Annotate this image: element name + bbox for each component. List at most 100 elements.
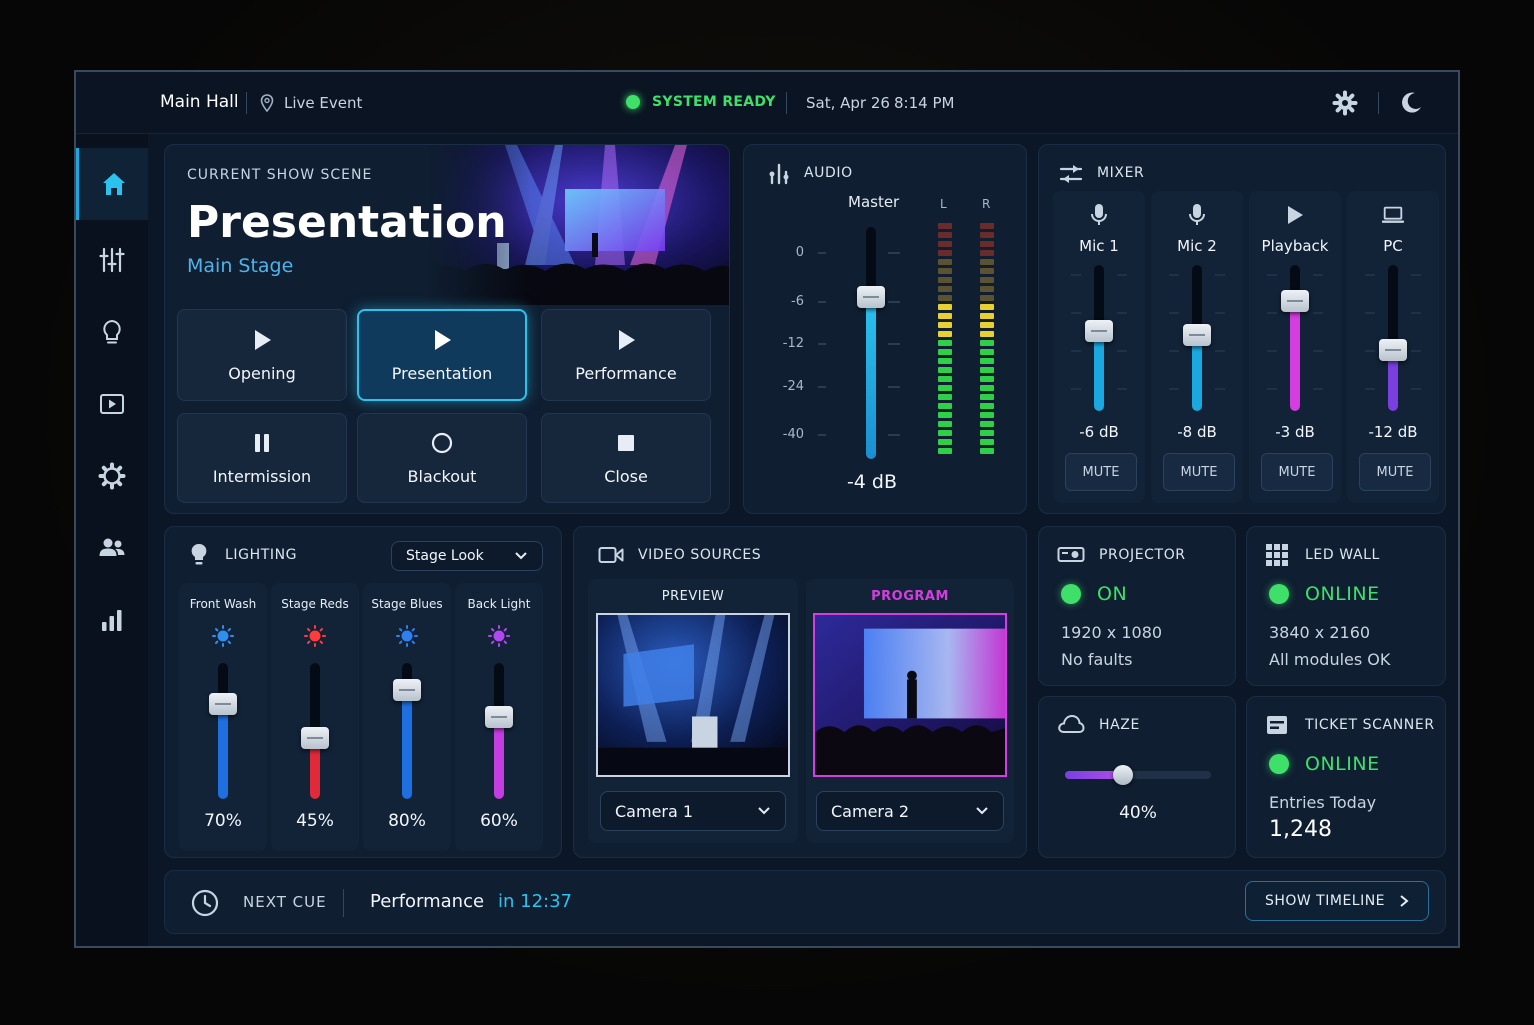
projector-title: PROJECTOR <box>1099 547 1186 563</box>
lighting-fader-knob[interactable] <box>209 693 237 715</box>
preview-feed[interactable] <box>596 613 790 777</box>
lighting-channel-value: 70% <box>204 811 242 831</box>
meter-segment <box>980 232 994 238</box>
next-cue-label: NEXT CUE <box>243 893 327 911</box>
sidebar-item-mixer[interactable] <box>76 224 148 296</box>
ledwall-status: ONLINE <box>1305 583 1380 605</box>
video-panel: VIDEO SOURCES PREVIEW Camera 1 PROGRAM C… <box>573 526 1027 858</box>
projector-status: ON <box>1097 583 1128 605</box>
meter-segment <box>938 250 952 256</box>
lighting-fader-fill <box>402 690 412 799</box>
lighting-title: LIGHTING <box>225 547 298 563</box>
scene-button-blackout[interactable]: Blackout <box>357 413 527 503</box>
master-fader-knob[interactable] <box>857 286 885 308</box>
meter-segment <box>980 304 994 310</box>
scene-button-presentation[interactable]: Presentation <box>357 309 527 401</box>
scene-button-performance[interactable]: Performance <box>541 309 711 401</box>
chevron-down-icon <box>976 807 988 815</box>
mixer-channel-name: Mic 1 <box>1079 237 1119 255</box>
next-cue-countdown: in 12:37 <box>498 891 573 912</box>
mute-button[interactable]: MUTE <box>1261 453 1333 491</box>
mixer-channel-name: Playback <box>1261 237 1329 255</box>
mixer-fader-knob[interactable] <box>1379 339 1407 361</box>
mic-icon <box>1185 203 1209 227</box>
meter-segment <box>938 394 952 400</box>
mixer-fader-knob[interactable] <box>1183 324 1211 346</box>
divider <box>1378 92 1379 114</box>
preview-source-value: Camera 1 <box>615 801 694 821</box>
next-cue-bar: NEXT CUE Performance in 12:37 SHOW TIMEL… <box>164 870 1446 934</box>
meter-segment <box>980 376 994 382</box>
scale-tick: -40 <box>782 427 804 442</box>
preview-source-select[interactable]: Camera 1 <box>600 791 786 831</box>
venue-title: Main Hall <box>160 92 239 112</box>
meter-segment <box>938 358 952 364</box>
lighting-fader-knob[interactable] <box>485 706 513 728</box>
ticket-panel: TICKET SCANNER ONLINE Entries Today 1,24… <box>1246 696 1446 858</box>
sidebar-item-home[interactable] <box>76 148 148 220</box>
haze-value: 40% <box>1119 803 1157 823</box>
ledwall-title: LED WALL <box>1305 547 1380 563</box>
sidebar-item-users[interactable] <box>76 512 148 584</box>
lighting-preset-select[interactable]: Stage Look <box>391 541 543 571</box>
mixer-channel-value: -8 dB <box>1177 423 1217 441</box>
projector-faults: No faults <box>1061 650 1133 669</box>
mute-button[interactable]: MUTE <box>1163 453 1235 491</box>
master-scale-ticks <box>818 252 900 436</box>
mixer-fader-knob[interactable] <box>1281 290 1309 312</box>
ledwall-modules: All modules OK <box>1269 650 1391 669</box>
mute-button[interactable]: MUTE <box>1359 453 1431 491</box>
show-timeline-button[interactable]: SHOW TIMELINE <box>1245 881 1429 921</box>
mute-button[interactable]: MUTE <box>1065 453 1137 491</box>
haze-slider-knob[interactable] <box>1113 765 1133 785</box>
meter-segment <box>938 277 952 283</box>
audio-title: AUDIO <box>804 165 853 181</box>
mixer-fader-knob[interactable] <box>1085 320 1113 342</box>
mute-label: MUTE <box>1278 464 1316 480</box>
program-feed[interactable] <box>813 613 1007 777</box>
lighting-channel-name: Stage Reds <box>281 597 349 611</box>
video-camera-icon <box>598 547 624 563</box>
meter-segment <box>980 367 994 373</box>
meter-right-label: R <box>982 197 991 211</box>
lighting-channel: Stage Blues 80% <box>363 583 451 851</box>
preview-label: PREVIEW <box>661 589 725 604</box>
sidebar-item-settings[interactable] <box>76 440 148 512</box>
master-label: Master <box>848 193 900 211</box>
meter-segment <box>938 412 952 418</box>
scene-button-intermission[interactable]: Intermission <box>177 413 347 503</box>
mute-label: MUTE <box>1376 464 1414 480</box>
lighting-fader-knob[interactable] <box>393 679 421 701</box>
scene-button-close[interactable]: Close <box>541 413 711 503</box>
lighting-channel-name: Front Wash <box>189 597 257 611</box>
meter-segment <box>938 349 952 355</box>
mixer-channel-value: -3 dB <box>1275 423 1315 441</box>
chevron-down-icon <box>758 807 770 815</box>
light-beam-icon <box>488 625 510 647</box>
ticket-status-dot <box>1269 754 1289 774</box>
program-source-select[interactable]: Camera 2 <box>816 791 1004 831</box>
lighting-panel: LIGHTING Stage Look Front Wash 70% Stage R… <box>164 526 562 858</box>
meter-segment <box>980 241 994 247</box>
mute-label: MUTE <box>1082 464 1120 480</box>
sidebar-item-analytics[interactable] <box>76 584 148 656</box>
clock-icon <box>191 889 219 917</box>
program-box: PROGRAM Camera 2 <box>806 579 1014 843</box>
lighting-fader-knob[interactable] <box>301 727 329 749</box>
event-type: Live Event <box>284 94 363 112</box>
lighting-channel: Stage Reds 45% <box>271 583 359 851</box>
haze-title: HAZE <box>1099 717 1140 733</box>
divider <box>343 889 344 917</box>
projector-resolution: 1920 x 1080 <box>1061 623 1163 642</box>
meter-segment <box>980 259 994 265</box>
meter-segment <box>980 322 994 328</box>
bulb-icon <box>103 319 121 344</box>
scene-button-opening[interactable]: Opening <box>177 309 347 401</box>
dark-mode-moon-icon[interactable] <box>1398 90 1424 116</box>
scene-button-label: Presentation <box>391 363 493 383</box>
sidebar-item-lighting[interactable] <box>76 296 148 368</box>
sidebar-item-video[interactable] <box>76 368 148 440</box>
settings-gear-icon[interactable] <box>1332 90 1358 116</box>
meter-left-label: L <box>940 197 947 211</box>
mixer-channel-value: -6 dB <box>1079 423 1119 441</box>
